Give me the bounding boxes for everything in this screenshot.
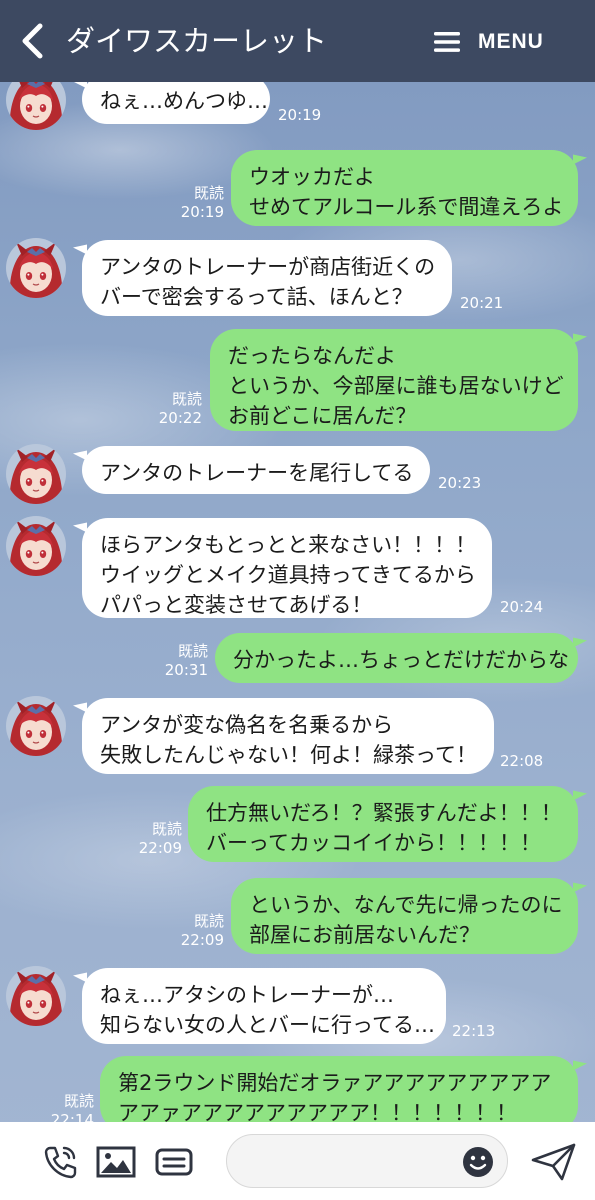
message-read-meta: 既読 22:09 xyxy=(176,912,224,950)
read-receipt: 既読 xyxy=(171,390,202,408)
avatar-image xyxy=(6,966,66,1026)
emoji-button[interactable] xyxy=(462,1146,494,1178)
read-receipt: 既読 xyxy=(63,1092,94,1110)
avatar-image xyxy=(6,516,66,576)
back-chevron-icon xyxy=(22,23,43,59)
menu-hamburger-icon xyxy=(434,32,460,52)
message-read-meta: 既読 20:19 xyxy=(176,184,224,222)
message-bubble-incoming[interactable]: アンタのトレーナーが商店街近くの バーで密会するって話、ほんと？ xyxy=(82,240,452,316)
send-icon xyxy=(531,1143,576,1181)
avatar-image xyxy=(6,444,66,504)
chat-header: ダイワスカーレット MENU xyxy=(0,0,595,82)
message-bubble-outgoing[interactable]: というか、なんで先に帰ったのに 部屋にお前居ないんだ？ xyxy=(231,878,578,954)
read-receipt: 既読 xyxy=(193,184,224,202)
composer-bar xyxy=(0,1122,595,1200)
message-time: 20:24 xyxy=(500,598,544,616)
message-time: 20:31 xyxy=(164,661,208,679)
phone-icon xyxy=(44,1146,77,1179)
menu-label: MENU xyxy=(478,30,544,53)
avatar[interactable] xyxy=(6,82,66,130)
avatar[interactable] xyxy=(6,444,66,504)
message-bubble-outgoing[interactable]: 分かったよ…ちょっとだけだからな xyxy=(215,633,578,683)
send-button[interactable] xyxy=(530,1142,578,1182)
emoji-icon xyxy=(463,1147,493,1177)
call-button[interactable] xyxy=(40,1142,80,1182)
message-time: 20:19 xyxy=(278,106,322,124)
message-bubble-incoming[interactable]: ほらアンタもとっとと来なさい！！！！ ウイッグとメイク道具持ってきてるから パパ… xyxy=(82,518,492,618)
message-time: 22:09 xyxy=(138,839,182,857)
message-time: 20:23 xyxy=(438,474,482,492)
message-time: 20:21 xyxy=(460,294,504,312)
read-receipt: 既読 xyxy=(151,820,182,838)
read-receipt: 既読 xyxy=(177,642,208,660)
avatar-image xyxy=(6,82,66,130)
menu-button[interactable]: MENU xyxy=(434,24,564,60)
message-read-meta: 既読 20:31 xyxy=(160,642,208,680)
message-bubble-outgoing[interactable]: ウオッカだよ せめてアルコール系で間違えろよ xyxy=(231,150,578,226)
message-time: 22:08 xyxy=(500,752,544,770)
message-time: 22:09 xyxy=(180,931,224,949)
keyboard-icon xyxy=(155,1148,193,1176)
chat-message-list[interactable]: ねぇ…めんつゆ… 20:19 既読 20:19 ウオッカだよ せめてアルコール系… xyxy=(0,82,595,1122)
keyboard-button[interactable] xyxy=(154,1142,194,1182)
message-bubble-outgoing[interactable]: だったらなんだよ というか、今部屋に誰も居ないけど お前どこに居んだ？ xyxy=(210,329,578,431)
read-receipt: 既読 xyxy=(193,912,224,930)
message-time: 20:19 xyxy=(180,203,224,221)
message-read-meta: 既読 22:14 xyxy=(46,1092,94,1122)
avatar[interactable] xyxy=(6,516,66,576)
avatar[interactable] xyxy=(6,238,66,298)
image-icon xyxy=(96,1146,136,1178)
avatar[interactable] xyxy=(6,696,66,756)
message-bubble-incoming[interactable]: アンタが変な偽名を名乗るから 失敗したんじゃない！何よ！緑茶って！ xyxy=(82,698,494,774)
message-read-meta: 既読 20:22 xyxy=(154,390,202,428)
message-bubble-outgoing[interactable]: 第2ラウンド開始だオラァアアアアアアアアア アアァアアアアアアアアア！！！！！！… xyxy=(100,1056,578,1122)
avatar-image xyxy=(6,696,66,756)
message-time: 22:13 xyxy=(452,1022,496,1040)
image-button[interactable] xyxy=(96,1142,136,1182)
chat-title: ダイワスカーレット xyxy=(66,24,328,58)
message-time: 22:14 xyxy=(50,1111,94,1122)
message-read-meta: 既読 22:09 xyxy=(134,820,182,858)
message-time: 20:22 xyxy=(158,409,202,427)
message-bubble-incoming[interactable]: ねぇ…めんつゆ… xyxy=(82,82,270,124)
message-bubble-incoming[interactable]: アンタのトレーナーを尾行してる xyxy=(82,446,430,494)
avatar[interactable] xyxy=(6,966,66,1026)
message-bubble-incoming[interactable]: ねぇ…アタシのトレーナーが… 知らない女の人とバーに行ってる… xyxy=(82,968,446,1044)
back-button[interactable] xyxy=(16,22,50,60)
message-bubble-outgoing[interactable]: 仕方無いだろ！？緊張すんだよ！！！ バーってカッコイイから！！！！！ xyxy=(188,786,578,862)
avatar-image xyxy=(6,238,66,298)
